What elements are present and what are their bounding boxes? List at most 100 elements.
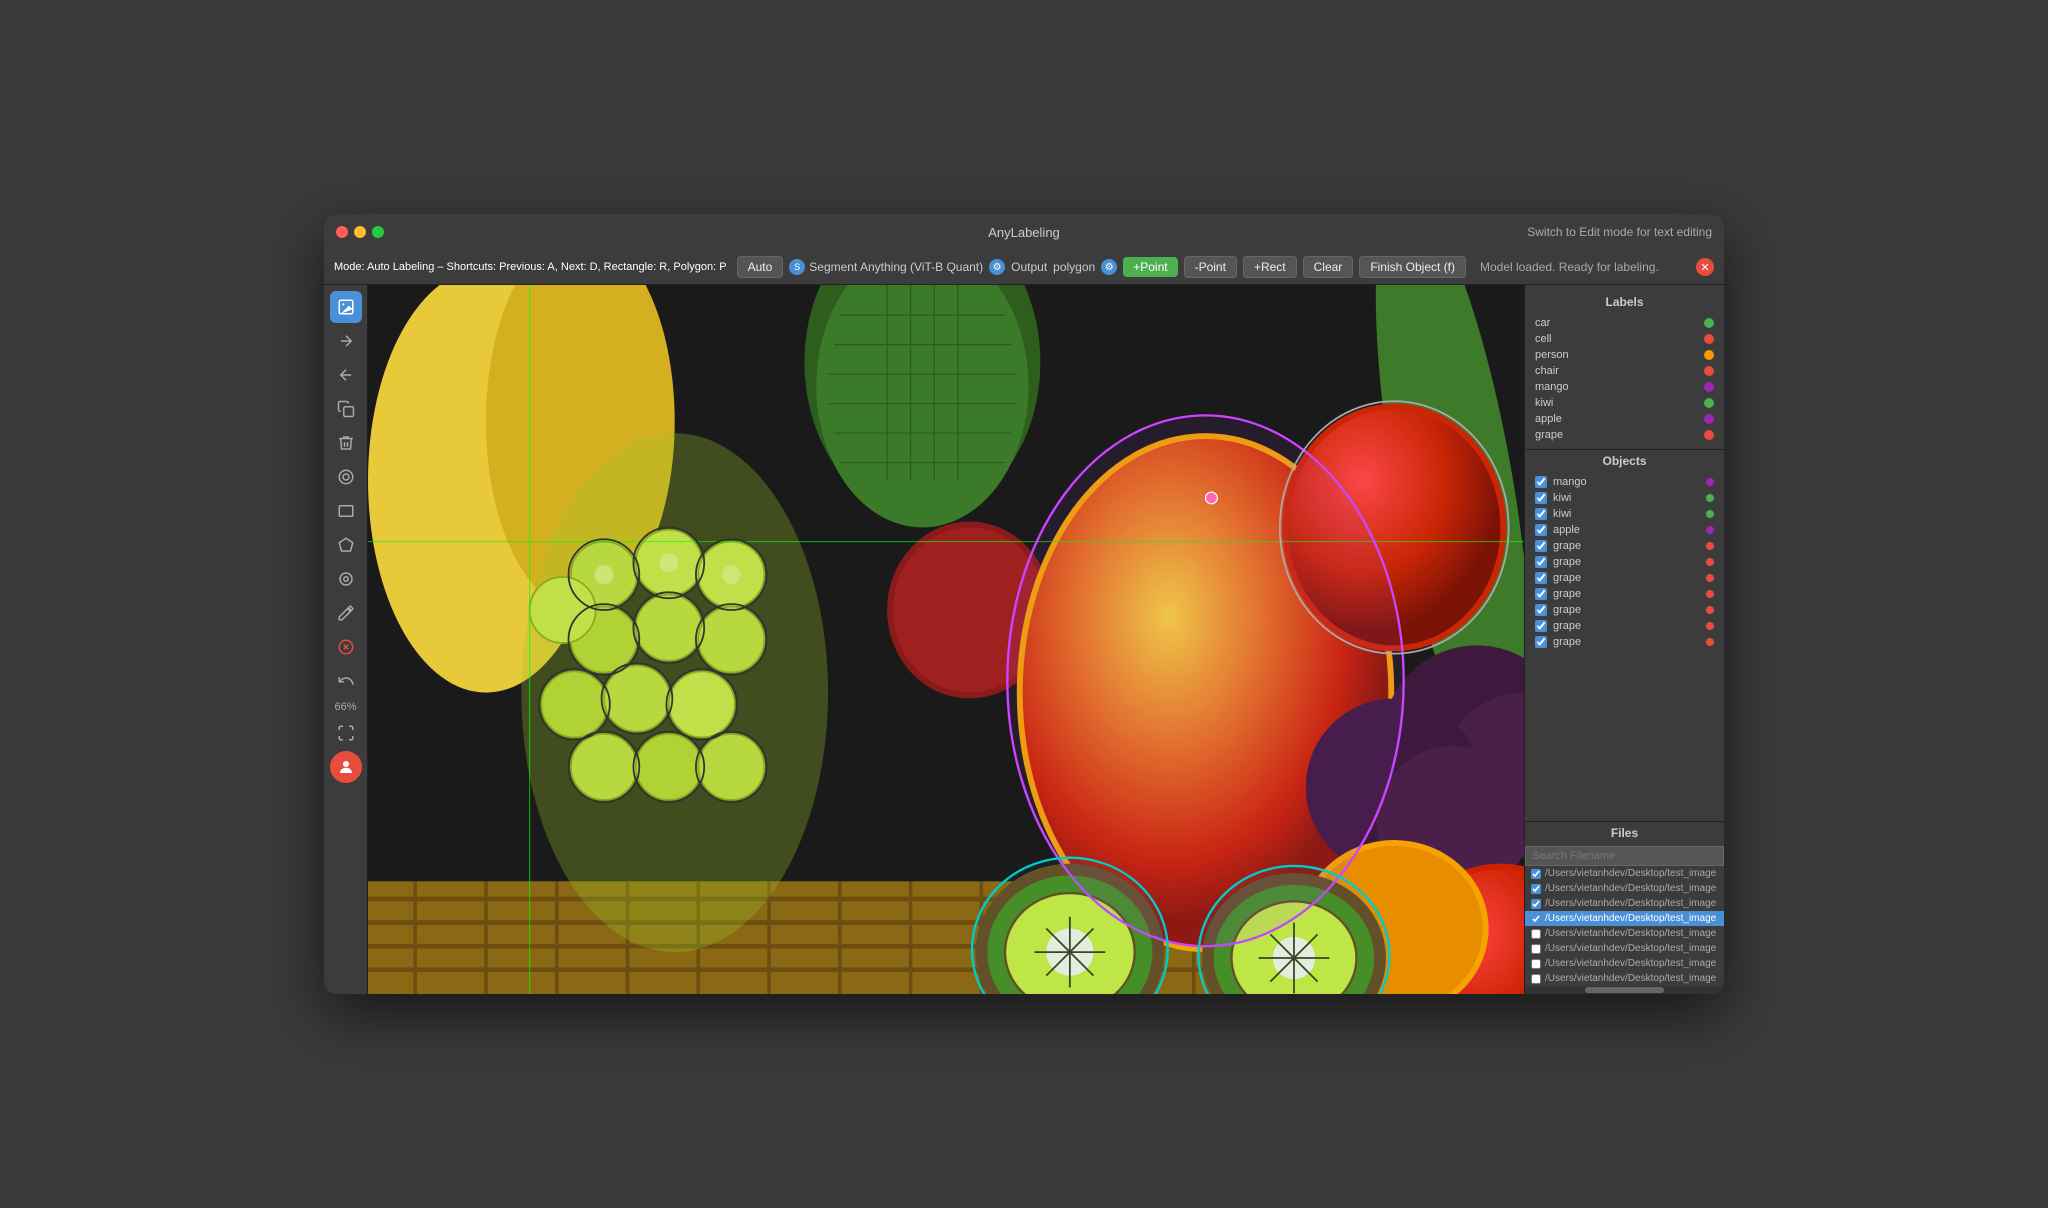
sidebar-ellipse-icon[interactable] — [330, 461, 362, 493]
plus-point-button[interactable]: +Point — [1123, 257, 1177, 277]
label-name: mango — [1535, 381, 1569, 393]
label-item[interactable]: apple — [1525, 411, 1724, 427]
file-checkbox[interactable] — [1531, 959, 1541, 969]
object-checkbox[interactable] — [1535, 556, 1547, 568]
object-item: grape — [1525, 554, 1724, 570]
titlebar: AnyLabeling Switch to Edit mode for text… — [324, 214, 1724, 250]
file-checkbox[interactable] — [1531, 869, 1541, 879]
file-item[interactable]: /Users/vietanhdev/Desktop/test_image — [1525, 881, 1724, 896]
object-checkbox[interactable] — [1535, 636, 1547, 648]
scrollbar[interactable] — [1525, 986, 1724, 994]
file-checkbox[interactable] — [1531, 914, 1541, 924]
plus-rect-button[interactable]: +Rect — [1243, 256, 1297, 278]
model-name: Segment Anything (ViT-B Quant) — [809, 260, 983, 274]
file-checkbox[interactable] — [1531, 974, 1541, 984]
object-color-dot — [1706, 542, 1714, 550]
scrollbar-thumb[interactable] — [1585, 987, 1665, 993]
sidebar-undo-icon[interactable] — [330, 665, 362, 697]
switch-edit-button[interactable]: Switch to Edit mode for text editing — [1527, 225, 1712, 239]
object-checkbox[interactable] — [1535, 524, 1547, 536]
file-checkbox[interactable] — [1531, 899, 1541, 909]
object-checkbox[interactable] — [1535, 604, 1547, 616]
object-name: grape — [1553, 620, 1581, 632]
model-settings-icon[interactable]: ⚙ — [989, 259, 1005, 275]
file-checkbox[interactable] — [1531, 929, 1541, 939]
object-name: grape — [1553, 572, 1581, 584]
label-item[interactable]: grape — [1525, 427, 1724, 443]
canvas-svg[interactable] — [368, 285, 1524, 994]
file-item[interactable]: /Users/vietanhdev/Desktop/test_image — [1525, 911, 1724, 926]
file-path: /Users/vietanhdev/Desktop/test_image — [1545, 958, 1718, 969]
clear-button[interactable]: Clear — [1303, 256, 1354, 278]
label-name: chair — [1535, 365, 1559, 377]
left-sidebar: 66% — [324, 285, 368, 994]
file-item[interactable]: /Users/vietanhdev/Desktop/test_image — [1525, 866, 1724, 881]
sidebar-rect-icon[interactable] — [330, 495, 362, 527]
auto-button[interactable]: Auto — [737, 256, 784, 278]
sidebar-point-icon[interactable] — [330, 563, 362, 595]
object-checkbox[interactable] — [1535, 572, 1547, 584]
object-item: mango — [1525, 474, 1724, 490]
sidebar-image-icon[interactable] — [330, 291, 362, 323]
label-item[interactable]: mango — [1525, 379, 1724, 395]
file-path: /Users/vietanhdev/Desktop/test_image — [1545, 898, 1718, 909]
label-name: grape — [1535, 429, 1563, 441]
file-item[interactable]: /Users/vietanhdev/Desktop/test_image — [1525, 896, 1724, 911]
label-item[interactable]: person — [1525, 347, 1724, 363]
polygon-label: polygon — [1053, 260, 1095, 274]
file-item[interactable]: /Users/vietanhdev/Desktop/test_image — [1525, 971, 1724, 986]
close-button[interactable] — [336, 226, 348, 238]
object-checkbox[interactable] — [1535, 540, 1547, 552]
object-item: kiwi — [1525, 490, 1724, 506]
object-color-dot — [1706, 558, 1714, 566]
sidebar-delete-icon[interactable] — [330, 427, 362, 459]
close-toolbar-button[interactable]: ✕ — [1696, 258, 1714, 276]
labels-list: carcellperson chair mango kiwiapple grape — [1525, 315, 1724, 443]
label-item[interactable]: cell — [1525, 331, 1724, 347]
file-checkbox[interactable] — [1531, 884, 1541, 894]
output-settings-icon[interactable]: ⚙ — [1101, 259, 1117, 275]
label-item[interactable]: car — [1525, 315, 1724, 331]
object-name: kiwi — [1553, 508, 1571, 520]
object-color-dot — [1706, 590, 1714, 598]
object-checkbox[interactable] — [1535, 492, 1547, 504]
sidebar-polygon-icon[interactable] — [330, 529, 362, 561]
file-checkbox[interactable] — [1531, 944, 1541, 954]
sidebar-back-icon[interactable] — [330, 359, 362, 391]
canvas-area[interactable] — [368, 285, 1524, 994]
label-item[interactable]: kiwi — [1525, 395, 1724, 411]
label-color-dot — [1704, 398, 1714, 408]
label-color-dot — [1704, 318, 1714, 328]
object-item: grape — [1525, 602, 1724, 618]
mode-label: Mode: Auto Labeling – Shortcuts: Previou… — [334, 261, 727, 273]
sidebar-avatar-icon[interactable] — [330, 751, 362, 783]
model-selector[interactable]: S Segment Anything (ViT-B Quant) — [789, 259, 983, 275]
finish-object-button[interactable]: Finish Object (f) — [1359, 256, 1466, 278]
object-checkbox[interactable] — [1535, 476, 1547, 488]
maximize-button[interactable] — [372, 226, 384, 238]
file-item[interactable]: /Users/vietanhdev/Desktop/test_image — [1525, 926, 1724, 941]
object-name: kiwi — [1553, 492, 1571, 504]
object-checkbox[interactable] — [1535, 620, 1547, 632]
object-item: apple — [1525, 522, 1724, 538]
label-color-dot — [1704, 430, 1714, 440]
objects-section[interactable]: Objects mango kiwi kiwi apple grape grap… — [1525, 450, 1724, 821]
file-item[interactable]: /Users/vietanhdev/Desktop/test_image — [1525, 956, 1724, 971]
sidebar-copy-icon[interactable] — [330, 393, 362, 425]
sidebar-cancel-icon[interactable] — [330, 631, 362, 663]
sidebar-brush-icon[interactable] — [330, 597, 362, 629]
label-item[interactable]: chair — [1525, 363, 1724, 379]
sidebar-fit-icon[interactable] — [330, 717, 362, 749]
shortcuts-text: – Shortcuts: Previous: A, Next: D, Recta… — [437, 261, 726, 273]
sidebar-forward-icon[interactable] — [330, 325, 362, 357]
files-list: /Users/vietanhdev/Desktop/test_image /Us… — [1525, 866, 1724, 986]
minus-point-button[interactable]: -Point — [1184, 256, 1237, 278]
file-search-input[interactable] — [1525, 846, 1724, 866]
minimize-button[interactable] — [354, 226, 366, 238]
object-checkbox[interactable] — [1535, 588, 1547, 600]
object-item: grape — [1525, 538, 1724, 554]
file-item[interactable]: /Users/vietanhdev/Desktop/test_image — [1525, 941, 1724, 956]
toolbar: Mode: Auto Labeling – Shortcuts: Previou… — [324, 250, 1724, 285]
object-item: grape — [1525, 586, 1724, 602]
object-checkbox[interactable] — [1535, 508, 1547, 520]
